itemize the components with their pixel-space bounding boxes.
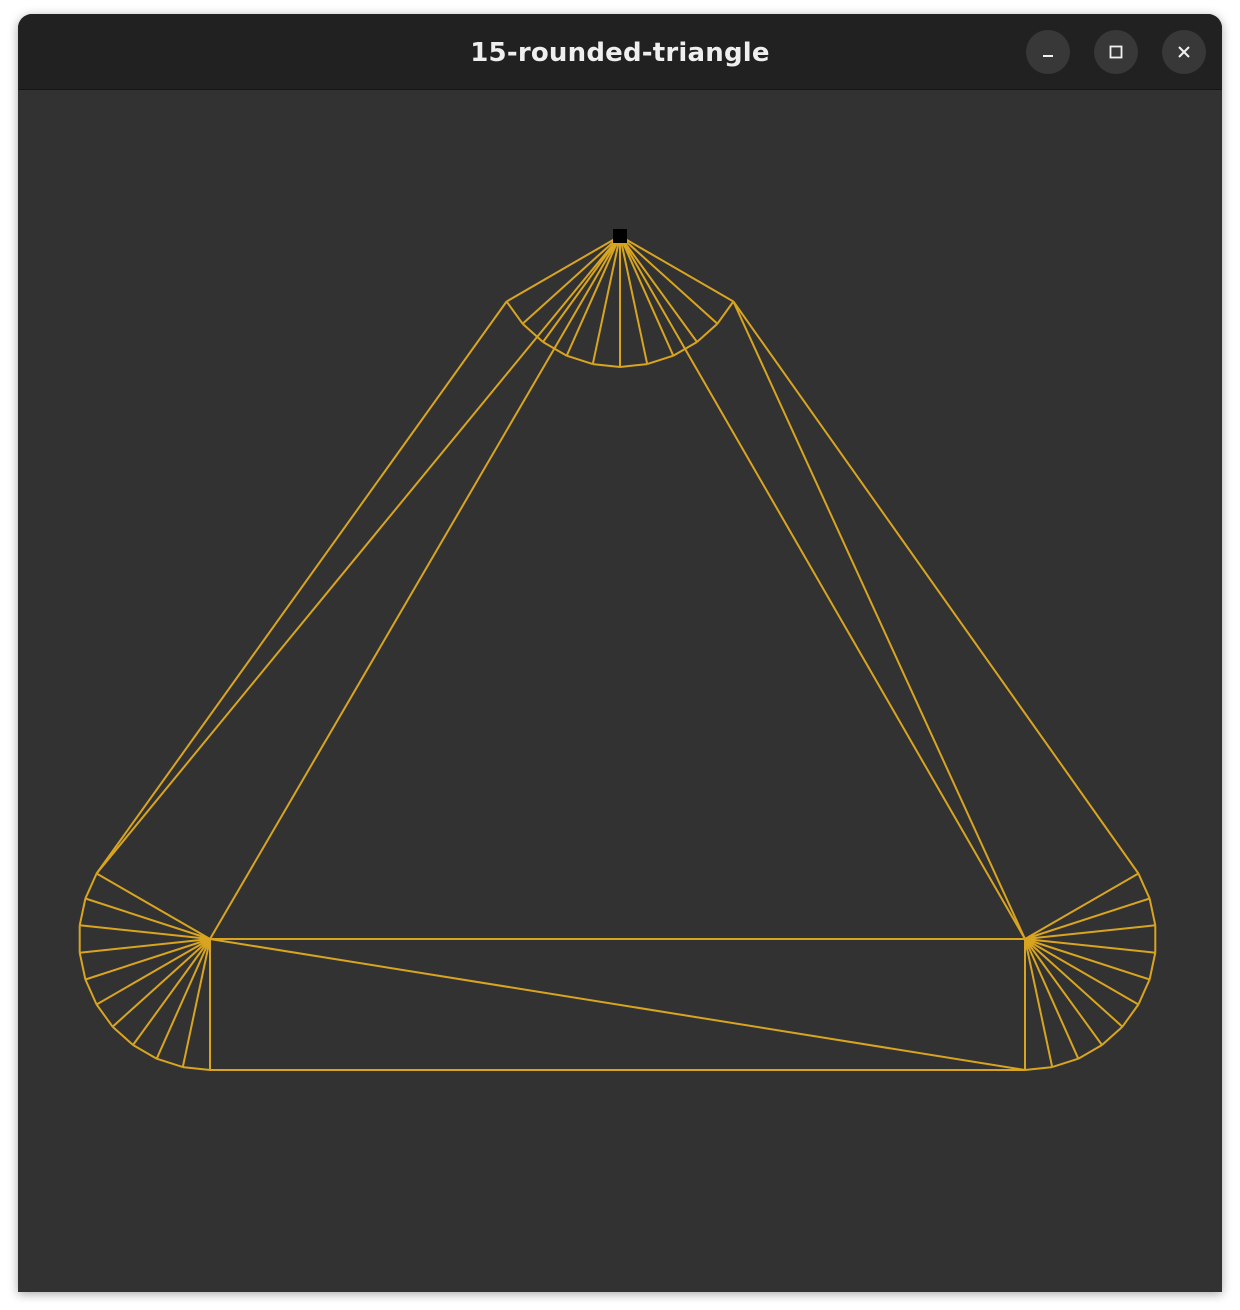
arc-edge-right [1121, 1003, 1140, 1028]
strip-diagonal-left [95, 235, 621, 875]
arc-edge-right [1137, 873, 1151, 899]
arc-edge-top [566, 354, 594, 366]
arc-edge-left [182, 1066, 211, 1071]
arc-edge-top [619, 363, 648, 368]
arc-edge-left [132, 1044, 158, 1060]
arc-edge-top [696, 322, 719, 343]
rounded-triangle-mesh [78, 229, 1157, 1071]
fan-spoke-top [619, 235, 675, 357]
arc-edge-right [1101, 1025, 1124, 1046]
fan-spoke-top [521, 235, 621, 325]
strip-diagonal-bottom [209, 938, 1026, 1071]
arc-edge-left [78, 952, 87, 980]
strip-diagonal-right [732, 301, 1026, 940]
fan-spoke-right [1024, 938, 1124, 1028]
arc-edge-right [1137, 979, 1151, 1005]
arc-edge-left [111, 1025, 134, 1046]
arc-edge-top [646, 354, 674, 366]
fan-spoke-top [619, 235, 719, 325]
arc-edge-right [1148, 952, 1157, 980]
fan-spoke-top [619, 235, 734, 303]
arc-edge-top [592, 363, 621, 368]
fan-spoke-top [565, 235, 621, 357]
maximize-icon [1108, 44, 1124, 60]
outer-edge-right [732, 300, 1140, 875]
arc-edge-top [505, 300, 524, 325]
minimize-icon [1040, 44, 1056, 60]
title-bar[interactable]: 15-rounded-triangle [18, 14, 1222, 90]
close-icon [1176, 44, 1192, 60]
render-canvas[interactable] [18, 90, 1222, 1292]
arc-edge-right [1024, 1066, 1053, 1071]
inner-edge [619, 235, 1026, 940]
fan-spoke-left [111, 938, 211, 1028]
arc-edge-left [156, 1057, 184, 1069]
inner-edge [209, 235, 621, 940]
arc-edge-left [84, 873, 98, 899]
arc-edge-left [95, 1003, 114, 1028]
arc-edge-left [78, 898, 87, 926]
minimize-button[interactable] [1026, 30, 1070, 74]
arc-edge-right [1051, 1057, 1079, 1069]
maximize-button[interactable] [1094, 30, 1138, 74]
arc-edge-left [84, 979, 98, 1005]
vertex-marker [613, 229, 627, 243]
arc-edge-right [1077, 1044, 1103, 1060]
fan-spoke-left [155, 938, 211, 1060]
close-button[interactable] [1162, 30, 1206, 74]
fan-spoke-right [1024, 938, 1080, 1060]
app-window: 15-rounded-triangle [18, 14, 1222, 1292]
outer-edge-left [95, 300, 508, 875]
fan-spoke-top [506, 235, 621, 303]
arc-edge-top [716, 300, 735, 325]
arc-edge-right [1148, 898, 1157, 926]
